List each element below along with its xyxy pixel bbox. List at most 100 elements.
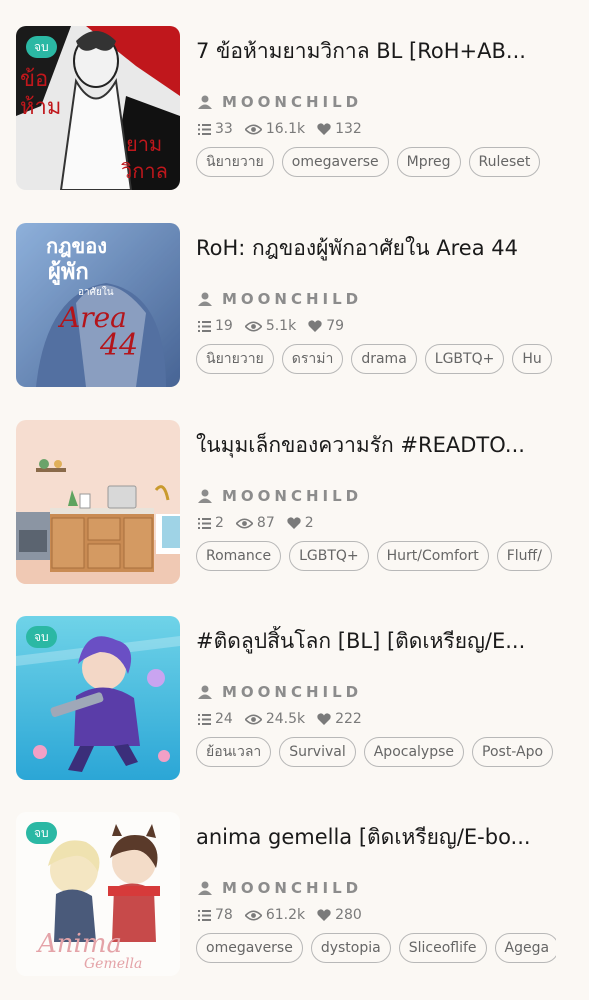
cover-title-text: Anima xyxy=(36,929,122,959)
like-count: 280 xyxy=(335,907,362,923)
cover-art: กฎของ ผู้พัก อาศัยใน Area 44 xyxy=(16,223,180,387)
author-name: MOONCHILD xyxy=(222,290,363,308)
heart-icon xyxy=(317,713,331,725)
tag-chip[interactable]: Fluff/ xyxy=(496,541,552,571)
story-cover[interactable] xyxy=(16,420,180,584)
story-card[interactable]: จบ #ติดลูปสิ้นโลก [BL] [ติดเหรียญ/E... M… xyxy=(0,616,589,786)
author-row[interactable]: MOONCHILD xyxy=(198,287,362,311)
cover-title-text: 44 xyxy=(99,328,138,363)
story-cover[interactable]: กฎของ ผู้พัก อาศัยใน Area 44 xyxy=(16,223,180,387)
story-list: จบ ข้อ ห้าม ยาม วิกาล 7 ข้อห้ามยามวิกาล … xyxy=(0,0,589,1000)
tag-chip[interactable]: นิยายวาย xyxy=(196,147,274,177)
cover-title-text: ผู้พัก xyxy=(48,260,89,286)
cover-title-text: กฎของ xyxy=(46,234,107,258)
story-title[interactable]: ในมุมเล็กของความรัก #READTO... xyxy=(196,430,556,460)
view-count: 16.1k xyxy=(265,121,306,137)
tag-chip[interactable]: ย้อนเวลา xyxy=(196,737,272,767)
heart-icon xyxy=(308,320,322,332)
eye-icon xyxy=(244,909,262,921)
cover-title-text: ข้อ xyxy=(20,67,48,92)
view-count: 5.1k xyxy=(265,318,297,334)
eye-icon xyxy=(244,713,262,725)
like-count: 2 xyxy=(304,515,314,531)
chapter-count: 78 xyxy=(215,907,233,923)
story-cover[interactable]: จบ xyxy=(16,616,180,780)
tag-chip[interactable]: LGBTQ+ xyxy=(424,344,505,374)
story-stats: 78 61.2k 280 xyxy=(198,904,374,926)
tag-chip[interactable]: นิยายวาย xyxy=(196,344,274,374)
story-stats: 33 16.1k 132 xyxy=(198,118,374,140)
finished-badge: จบ xyxy=(26,822,57,844)
view-count: 24.5k xyxy=(265,711,306,727)
tag-list: Romance LGBTQ+ Hurt/Comfort Fluff/ xyxy=(196,541,556,575)
story-card[interactable]: จบ ข้อ ห้าม ยาม วิกาล 7 ข้อห้ามยามวิกาล … xyxy=(0,26,589,196)
list-icon xyxy=(198,713,211,725)
story-stats: 24 24.5k 222 xyxy=(198,708,374,730)
story-cover[interactable]: จบ ข้อ ห้าม ยาม วิกาล xyxy=(16,26,180,190)
cover-title-text: วิกาล xyxy=(121,159,168,183)
story-title[interactable]: #ติดลูปสิ้นโลก [BL] [ติดเหรียญ/E... xyxy=(196,626,556,656)
author-row[interactable]: MOONCHILD xyxy=(198,484,362,508)
tag-chip[interactable]: ดราม่า xyxy=(281,344,344,374)
list-icon xyxy=(198,123,211,135)
story-cover[interactable]: จบ Anima Gemella xyxy=(16,812,180,976)
tag-chip[interactable]: Survival xyxy=(279,737,356,767)
tag-chip[interactable]: omegaverse xyxy=(281,147,389,177)
chapter-count: 19 xyxy=(215,318,233,334)
eye-icon xyxy=(244,123,262,135)
person-icon xyxy=(198,881,212,895)
story-card[interactable]: จบ Anima Gemella anima gemella [ติดเหรีย… xyxy=(0,812,589,982)
tag-chip[interactable]: drama xyxy=(351,344,417,374)
story-card[interactable]: ในมุมเล็กของความรัก #READTO... MOONCHILD… xyxy=(0,420,589,590)
cover-title-text: ยาม xyxy=(126,132,162,156)
story-title[interactable]: anima gemella [ติดเหรียญ/E-bo... xyxy=(196,822,556,852)
like-count: 132 xyxy=(335,121,362,137)
heart-icon xyxy=(317,123,331,135)
tag-chip[interactable]: Ruleset xyxy=(468,147,541,177)
story-stats: 19 5.1k 79 xyxy=(198,315,356,337)
tag-list: นิยายวาย omegaverse Mpreg Ruleset xyxy=(196,147,556,181)
heart-icon xyxy=(317,909,331,921)
author-row[interactable]: MOONCHILD xyxy=(198,876,362,900)
tag-chip[interactable]: Romance xyxy=(196,541,282,571)
tag-chip[interactable]: Post-Apo xyxy=(472,737,554,767)
author-row[interactable]: MOONCHILD xyxy=(198,90,362,114)
tag-chip[interactable]: Hurt/Comfort xyxy=(376,541,489,571)
person-icon xyxy=(198,489,212,503)
tag-chip[interactable]: dystopia xyxy=(310,933,391,963)
tag-chip[interactable]: omegaverse xyxy=(196,933,303,963)
cover-title-text: ห้าม xyxy=(20,95,61,120)
like-count: 222 xyxy=(335,711,362,727)
author-name: MOONCHILD xyxy=(222,487,363,505)
author-name: MOONCHILD xyxy=(222,93,363,111)
chapter-count: 24 xyxy=(215,711,233,727)
eye-icon xyxy=(235,517,253,529)
tag-chip[interactable]: Agega xyxy=(494,933,556,963)
like-count: 79 xyxy=(326,318,345,334)
cover-title-text: อาศัยใน xyxy=(78,286,114,298)
eye-icon xyxy=(244,320,262,332)
list-icon xyxy=(198,320,211,332)
author-name: MOONCHILD xyxy=(222,879,363,897)
tag-chip[interactable]: Mpreg xyxy=(396,147,461,177)
tag-chip[interactable]: Hu xyxy=(512,344,552,374)
cover-title-text: Gemella xyxy=(84,956,142,972)
tag-chip[interactable]: LGBTQ+ xyxy=(289,541,369,571)
tag-list: ย้อนเวลา Survival Apocalypse Post-Apo xyxy=(196,737,556,771)
author-row[interactable]: MOONCHILD xyxy=(198,680,362,704)
person-icon xyxy=(198,292,212,306)
person-icon xyxy=(198,685,212,699)
author-name: MOONCHILD xyxy=(222,683,363,701)
story-title[interactable]: 7 ข้อห้ามยามวิกาล BL [RoH+AB... xyxy=(196,36,556,66)
tag-list: นิยายวาย ดราม่า drama LGBTQ+ Hu xyxy=(196,344,556,378)
list-icon xyxy=(198,517,211,529)
story-title[interactable]: RoH: กฎของผู้พักอาศัยใน Area 44 xyxy=(196,233,556,263)
tag-chip[interactable]: Apocalypse xyxy=(363,737,465,767)
person-icon xyxy=(198,95,212,109)
tag-chip[interactable]: Sliceoflife xyxy=(398,933,487,963)
list-icon xyxy=(198,909,211,921)
tag-list: omegaverse dystopia Sliceoflife Agega xyxy=(196,933,556,967)
view-count: 61.2k xyxy=(265,907,306,923)
view-count: 87 xyxy=(256,515,275,531)
story-card[interactable]: กฎของ ผู้พัก อาศัยใน Area 44 RoH: กฎของผ… xyxy=(0,223,589,393)
